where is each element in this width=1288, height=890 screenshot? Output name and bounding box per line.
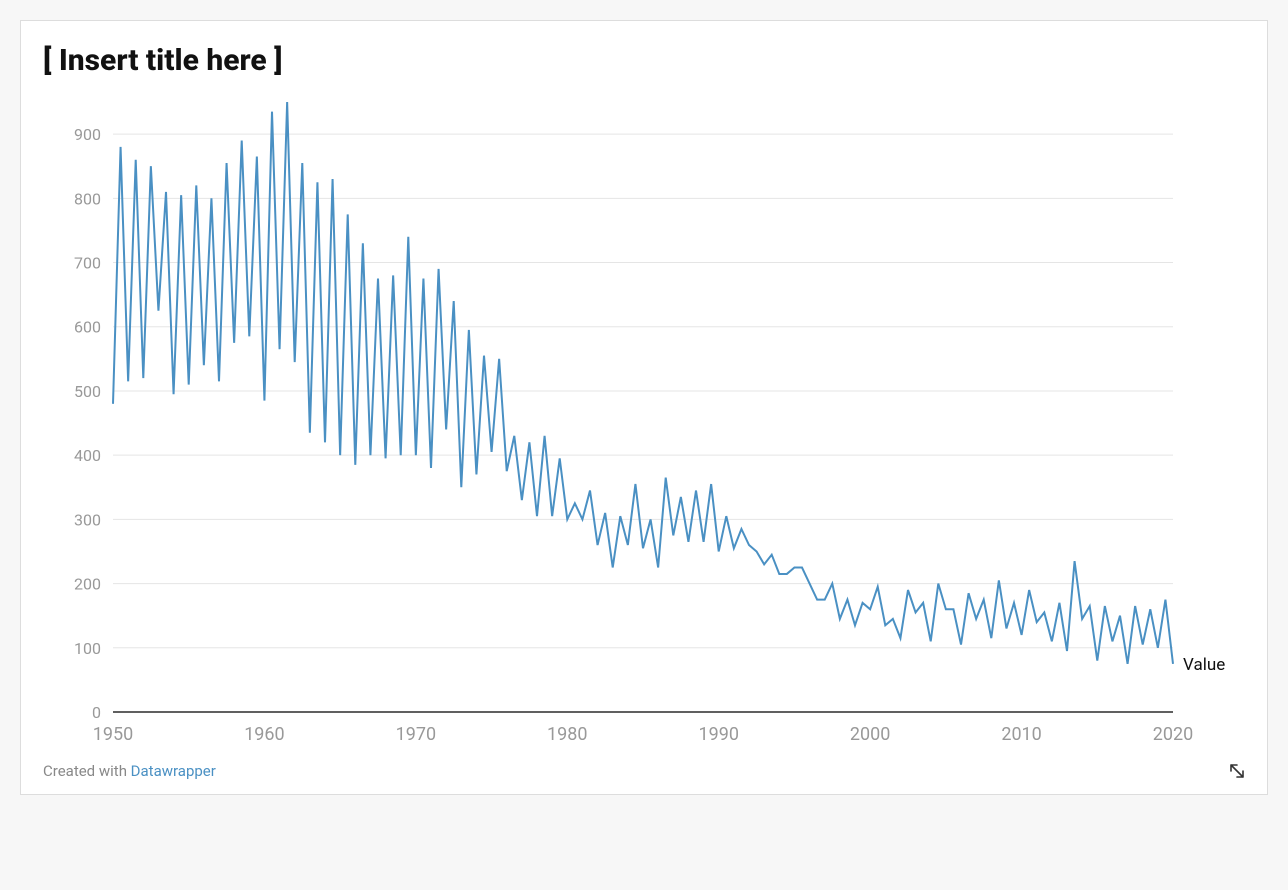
chart-title: [ Insert title here ] [43, 43, 1245, 78]
svg-text:2010: 2010 [1001, 724, 1041, 745]
credit-prefix: Created with [43, 762, 131, 780]
svg-text:1980: 1980 [547, 724, 587, 745]
svg-text:1990: 1990 [698, 724, 738, 745]
svg-text:2000: 2000 [850, 724, 890, 745]
series-label: Value [1183, 655, 1225, 675]
credit-text: Created with Datawrapper [43, 762, 216, 780]
svg-text:700: 700 [74, 254, 101, 273]
value-series [113, 102, 1173, 664]
svg-text:1950: 1950 [93, 724, 133, 745]
line-chart-svg: 0 100 200 300 400 500 600 700 800 900 1950 1960 1970… [43, 92, 1243, 752]
chart-area: 0 100 200 300 400 500 600 700 800 900 1950 1960 1970… [43, 92, 1245, 752]
svg-text:900: 900 [74, 125, 101, 144]
chart-card: [ Insert title here ] 0 100 200 300 400 500 60… [20, 20, 1268, 795]
svg-text:200: 200 [74, 575, 101, 594]
svg-text:500: 500 [74, 382, 101, 401]
svg-text:100: 100 [74, 639, 101, 658]
svg-text:800: 800 [74, 189, 101, 208]
svg-text:1970: 1970 [396, 724, 436, 745]
svg-text:600: 600 [74, 318, 101, 337]
resize-handle-icon[interactable] [1229, 763, 1245, 779]
chart-footer: Created with Datawrapper [43, 762, 1245, 780]
svg-text:300: 300 [74, 510, 101, 529]
svg-text:0: 0 [92, 703, 101, 722]
svg-text:400: 400 [74, 446, 101, 465]
svg-text:2020: 2020 [1153, 724, 1193, 745]
datawrapper-link[interactable]: Datawrapper [131, 762, 216, 780]
svg-text:1960: 1960 [244, 724, 284, 745]
